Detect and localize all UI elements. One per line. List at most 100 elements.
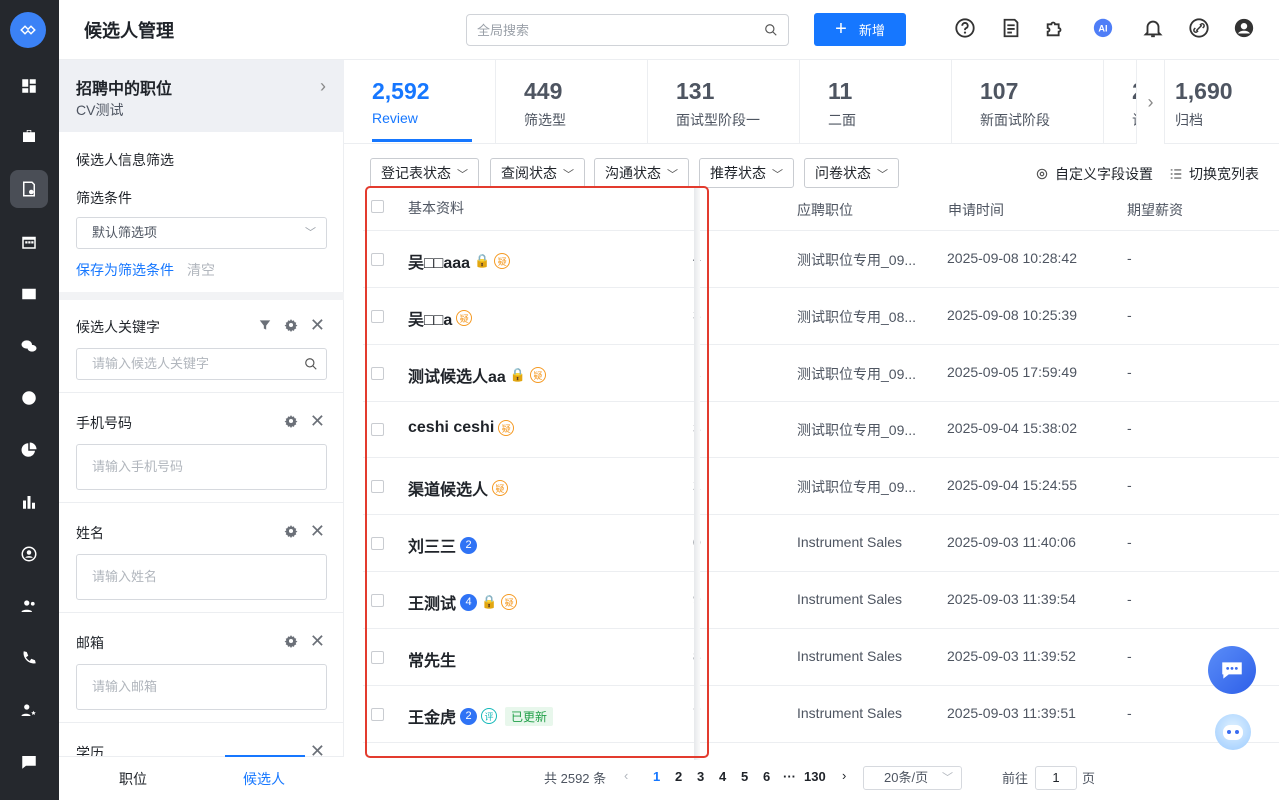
wechat-icon[interactable] [10,327,48,365]
phone-input[interactable]: 请输入手机号码 [76,444,327,490]
custom-field-label: 自定义字段设置 [1055,166,1153,182]
tab-jobs[interactable]: 职位 [119,769,147,789]
col-job: 应聘职位 [797,202,853,218]
job-selector[interactable]: 招聘中的职位 CV测试 › [59,60,344,132]
page-6[interactable]: 6 [763,769,770,784]
chevron-down-icon: ﹀ [457,169,468,181]
save-filter-link[interactable]: 保存为筛选条件 [76,260,174,280]
close-icon[interactable]: ✕ [310,522,325,540]
keyword-actions: ✕ [258,316,325,334]
filter-icon[interactable] [258,318,272,332]
filter-cond-label: 筛选条件 [76,190,132,206]
page-3[interactable]: 3 [697,769,704,784]
time-cell: 2025-09-03 11:40:06 [947,534,1076,550]
user-star-icon[interactable] [10,691,48,729]
bell-icon[interactable] [1142,17,1164,42]
avatar[interactable] [1233,17,1255,42]
gear-icon[interactable] [284,318,298,332]
new-button-label: 新增 [858,23,885,38]
page-ellipsis[interactable]: ··· [783,769,796,784]
stat-number: 11 [828,78,853,104]
page-1[interactable]: 1 [653,769,660,784]
new-button[interactable]: + 新增 [814,13,906,46]
job-cell: 测试职位专用_08... [797,309,917,325]
page-2[interactable]: 2 [675,769,682,784]
next-page-icon[interactable]: › [842,768,846,783]
page-size-select[interactable]: 20条/页 ﹀ [863,766,962,790]
keyword-input[interactable]: 请输入候选人关键字 [76,348,327,380]
divider [495,60,496,144]
chevron-down-icon: ﹀ [667,169,678,181]
search-icon[interactable] [304,357,318,371]
chevron-down-icon: ﹀ [942,772,953,784]
link-icon[interactable] [1188,17,1210,42]
tab-candidates[interactable]: 候选人 [243,769,285,789]
job-title: 招聘中的职位 [76,81,173,98]
chat-float-button[interactable] [1208,646,1256,694]
prev-page-icon[interactable]: ‹ [624,768,628,783]
robot-assistant-icon[interactable] [1215,714,1251,750]
close-icon[interactable]: ✕ [310,316,325,334]
divider [1164,60,1165,144]
logo[interactable] [10,12,46,48]
message-icon[interactable] [10,743,48,781]
job-subtitle: CV测试 [76,102,124,118]
switch-list-width[interactable]: 切换宽列表 [1169,164,1259,184]
help-icon[interactable] [954,17,976,42]
close-icon[interactable]: ✕ [310,412,325,430]
name-title: 姓名 [76,525,104,541]
plugin-icon[interactable] [1044,17,1066,42]
list-icon [1170,169,1182,179]
calendar-icon[interactable] [10,223,48,261]
goto-page-input[interactable]: 1 [1035,766,1077,790]
close-icon[interactable]: ✕ [310,632,325,650]
users-icon[interactable] [10,587,48,625]
name-input[interactable]: 请输入姓名 [76,554,327,600]
filter-view-status[interactable]: 查阅状态 ﹀ [490,158,585,188]
divider [951,60,952,144]
global-search[interactable] [466,14,789,46]
document-icon[interactable] [1000,17,1022,42]
active-tab-underline [225,755,305,757]
id-card-icon[interactable] [10,275,48,313]
switch-list-label: 切换宽列表 [1189,166,1259,182]
clear-filter-link[interactable]: 清空 [187,260,215,280]
page-4[interactable]: 4 [719,769,726,784]
person-circle-icon[interactable] [10,535,48,573]
time-cell: 2025-09-04 15:38:02 [947,420,1077,436]
global-search-input[interactable] [467,15,747,45]
email-input[interactable]: 请输入邮箱 [76,664,327,710]
ai-assistant-icon[interactable]: AI [1092,16,1114,41]
stat-label: 新面试阶段 [980,112,1050,128]
gear-icon[interactable] [284,634,298,648]
dashboard-icon[interactable] [10,67,48,105]
custom-field-settings[interactable]: 自定义字段设置 [1035,164,1153,184]
pie-chart-icon[interactable] [10,431,48,469]
stat-number: 131 [676,78,715,104]
gear-icon[interactable] [284,414,298,428]
scroll-right-button[interactable]: › [1136,60,1164,144]
email-title: 邮箱 [76,635,104,651]
highlight-box [365,186,709,758]
salary-cell: - [1127,250,1132,266]
filter-register-status[interactable]: 登记表状态 ﹀ [370,158,479,188]
page-last[interactable]: 130 [804,769,826,784]
filter-survey-status[interactable]: 问卷状态 ﹀ [804,158,899,188]
page-5[interactable]: 5 [741,769,748,784]
salary-cell: - [1127,648,1132,664]
gear-icon[interactable] [284,524,298,538]
time-cell: 2025-09-03 11:39:51 [947,705,1076,721]
time-cell: 2025-09-04 15:24:55 [947,477,1077,493]
filter-select[interactable]: 默认筛选项 ﹀ [76,217,327,249]
bar-chart-icon[interactable] [10,483,48,521]
filter-recommend-status[interactable]: 推荐状态 ﹀ [699,158,794,188]
phone-icon[interactable] [10,639,48,677]
thumbs-up-icon[interactable] [10,379,48,417]
top-header: 候选人管理 + 新增 AI [59,0,1279,60]
filter-contact-status[interactable]: 沟通状态 ﹀ [594,158,689,188]
search-icon[interactable] [764,23,778,37]
goto-label: 前往 [1002,771,1029,786]
divider [59,392,344,393]
candidate-doc-icon[interactable] [10,170,48,208]
briefcase-icon[interactable] [10,117,48,155]
